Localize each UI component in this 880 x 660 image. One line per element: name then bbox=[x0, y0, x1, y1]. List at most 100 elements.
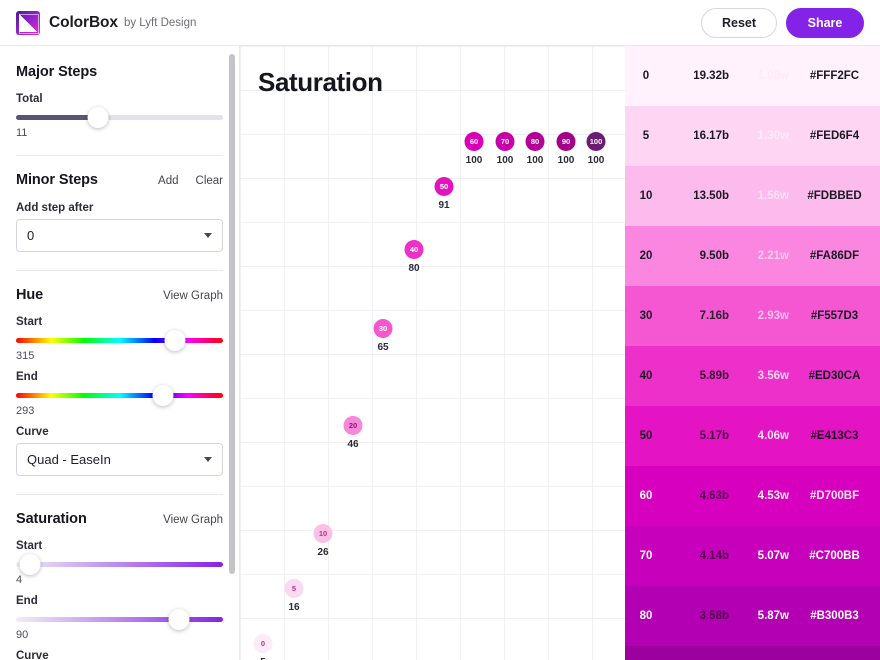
chart-point[interactable]: 10 26 bbox=[313, 524, 333, 558]
hue-end-slider-track[interactable] bbox=[16, 393, 223, 398]
chart-point-dot[interactable]: 30 bbox=[373, 319, 393, 338]
swatch-row[interactable]: 40 5.89b 3.56w #ED30CA bbox=[625, 346, 880, 406]
chart-point[interactable]: 05 bbox=[253, 634, 273, 660]
chart-point-value: 46 bbox=[347, 439, 359, 450]
total-slider-knob[interactable] bbox=[87, 107, 109, 128]
saturation-start-slider-knob[interactable] bbox=[19, 554, 41, 575]
saturation-end-label: End bbox=[16, 595, 38, 607]
swatch-row[interactable]: 60 4.63b 4.53w #D700BF bbox=[625, 466, 880, 526]
chart-point[interactable]: 90 100 bbox=[556, 132, 576, 166]
chart-point[interactable]: 70 100 bbox=[495, 132, 515, 166]
swatch-contrast-white: 5.87w bbox=[757, 610, 789, 622]
swatch-hex: #ED30CA bbox=[808, 370, 861, 382]
minor-steps-add-button[interactable]: Add bbox=[158, 175, 178, 187]
major-steps-title: Major Steps bbox=[16, 64, 98, 80]
chart-point-value: 91 bbox=[438, 200, 450, 211]
swatch-step: 80 bbox=[639, 610, 653, 622]
swatch-row[interactable]: 50 5.17b 4.06w #E413C3 bbox=[625, 406, 880, 466]
chart-point-dot[interactable]: 50 bbox=[434, 177, 454, 196]
saturation-end-slider-track[interactable] bbox=[16, 617, 223, 622]
chart-point-dot[interactable]: 20 bbox=[343, 416, 363, 435]
swatch-row[interactable]: 80 3.58b 5.87w #B300B3 bbox=[625, 586, 880, 646]
saturation-end-slider-knob[interactable] bbox=[168, 609, 190, 630]
chart-point-dot[interactable]: 80 bbox=[525, 132, 545, 151]
saturation-start-slider[interactable] bbox=[16, 554, 223, 575]
colorbox-logo-icon bbox=[16, 10, 40, 35]
chart-point-value: 100 bbox=[496, 155, 514, 166]
reset-button[interactable]: Reset bbox=[701, 7, 777, 38]
swatch-row[interactable]: 70 4.14b 5.07w #C700BB bbox=[625, 526, 880, 586]
chart-point[interactable]: 80 100 bbox=[525, 132, 545, 166]
minor-steps-title: Minor Steps bbox=[16, 172, 98, 188]
swatch-step: 60 bbox=[639, 490, 653, 502]
hue-start-slider-knob[interactable] bbox=[164, 330, 186, 351]
saturation-view-graph-button[interactable]: View Graph bbox=[163, 514, 223, 526]
swatch-contrast-black: 9.50b bbox=[699, 250, 729, 262]
hue-view-graph-button[interactable]: View Graph bbox=[163, 290, 223, 302]
add-step-after-select[interactable]: 0 bbox=[16, 219, 223, 252]
chart-point[interactable]: 60 100 bbox=[464, 132, 484, 166]
share-button[interactable]: Share bbox=[786, 7, 864, 38]
minor-steps-clear-button[interactable]: Clear bbox=[196, 175, 223, 187]
swatch-row[interactable]: 90 bbox=[625, 646, 880, 660]
hue-start-slider[interactable] bbox=[16, 330, 223, 351]
saturation-curve-label: Curve bbox=[16, 650, 49, 660]
swatch-contrast-black: 3.58b bbox=[699, 610, 729, 622]
hue-title: Hue bbox=[16, 287, 44, 303]
header-actions: Reset Share bbox=[701, 7, 864, 38]
swatch-step: 5 bbox=[642, 130, 650, 142]
saturation-end-slider[interactable] bbox=[16, 609, 223, 630]
chart-point-dot[interactable]: 90 bbox=[556, 132, 576, 151]
hue-start-value: 315 bbox=[16, 350, 35, 362]
chart-point[interactable]: 5 16 bbox=[284, 579, 304, 613]
swatch-contrast-white: 1.08w bbox=[757, 70, 789, 82]
chart-point-value: 100 bbox=[587, 155, 605, 166]
swatch-contrast-white: 2.93w bbox=[757, 310, 789, 322]
swatch-row[interactable]: 0 19.32b 1.08w #FFF2FC bbox=[625, 46, 880, 106]
hue-curve-select[interactable]: Quad - EaseIn bbox=[16, 443, 223, 476]
swatch-step: 50 bbox=[639, 430, 653, 442]
hue-end-slider[interactable] bbox=[16, 385, 223, 406]
chart-point[interactable]: 50 91 bbox=[434, 177, 454, 211]
swatch-row[interactable]: 30 7.16b 2.93w #F557D3 bbox=[625, 286, 880, 346]
chart-point[interactable]: 100 100 bbox=[586, 132, 606, 166]
swatch-contrast-black: 13.50b bbox=[693, 190, 729, 202]
hue-start-label: Start bbox=[16, 316, 43, 328]
chart-point-value: 16 bbox=[288, 602, 300, 613]
chart-point[interactable]: 40 80 bbox=[404, 240, 424, 274]
total-slider-fill bbox=[16, 115, 99, 120]
chart-point[interactable]: 20 46 bbox=[343, 416, 363, 450]
chart-point-dot[interactable]: 5 bbox=[284, 579, 304, 598]
saturation-header: Saturation View Graph bbox=[16, 511, 223, 527]
settings-sidebar: Major Steps Total 11 Minor Steps Add Cle… bbox=[0, 46, 240, 660]
total-slider[interactable] bbox=[16, 107, 223, 128]
hue-end-label: End bbox=[16, 371, 38, 383]
swatch-step: 0 bbox=[642, 70, 650, 82]
swatch-row[interactable]: 5 16.17b 1.30w #FED6F4 bbox=[625, 106, 880, 166]
swatch-hex: #FED6F4 bbox=[809, 130, 860, 142]
chart-point-value: 65 bbox=[377, 342, 389, 353]
chart-point-dot[interactable]: 10 bbox=[313, 524, 333, 543]
chart-point[interactable]: 30 65 bbox=[373, 319, 393, 353]
chart-point-dot[interactable]: 60 bbox=[464, 132, 484, 151]
hue-curve-label: Curve bbox=[16, 426, 49, 438]
hue-curve-value: Quad - EaseIn bbox=[27, 452, 111, 467]
chart-point-dot[interactable]: 70 bbox=[495, 132, 515, 151]
hue-start-slider-track[interactable] bbox=[16, 338, 223, 343]
brand-name: ColorBox bbox=[49, 13, 118, 31]
swatch-contrast-black: 16.17b bbox=[693, 130, 729, 142]
hue-actions: View Graph bbox=[163, 290, 223, 302]
hue-end-slider-knob[interactable] bbox=[152, 385, 174, 406]
sidebar-scrollbar[interactable] bbox=[229, 54, 235, 574]
chevron-down-icon bbox=[204, 457, 212, 462]
chart-point-dot[interactable]: 0 bbox=[253, 634, 273, 653]
chart-point-dot[interactable]: 40 bbox=[404, 240, 424, 259]
swatch-row[interactable]: 10 13.50b 1.56w #FDBBED bbox=[625, 166, 880, 226]
swatch-contrast-white: 2.21w bbox=[757, 250, 789, 262]
saturation-start-slider-track[interactable] bbox=[16, 562, 223, 567]
swatch-contrast-white: 3.56w bbox=[757, 370, 789, 382]
saturation-start-value: 4 bbox=[16, 574, 23, 586]
swatch-hex: #C700BB bbox=[809, 550, 860, 562]
chart-point-dot[interactable]: 100 bbox=[586, 132, 606, 151]
swatch-row[interactable]: 20 9.50b 2.21w #FA86DF bbox=[625, 226, 880, 286]
